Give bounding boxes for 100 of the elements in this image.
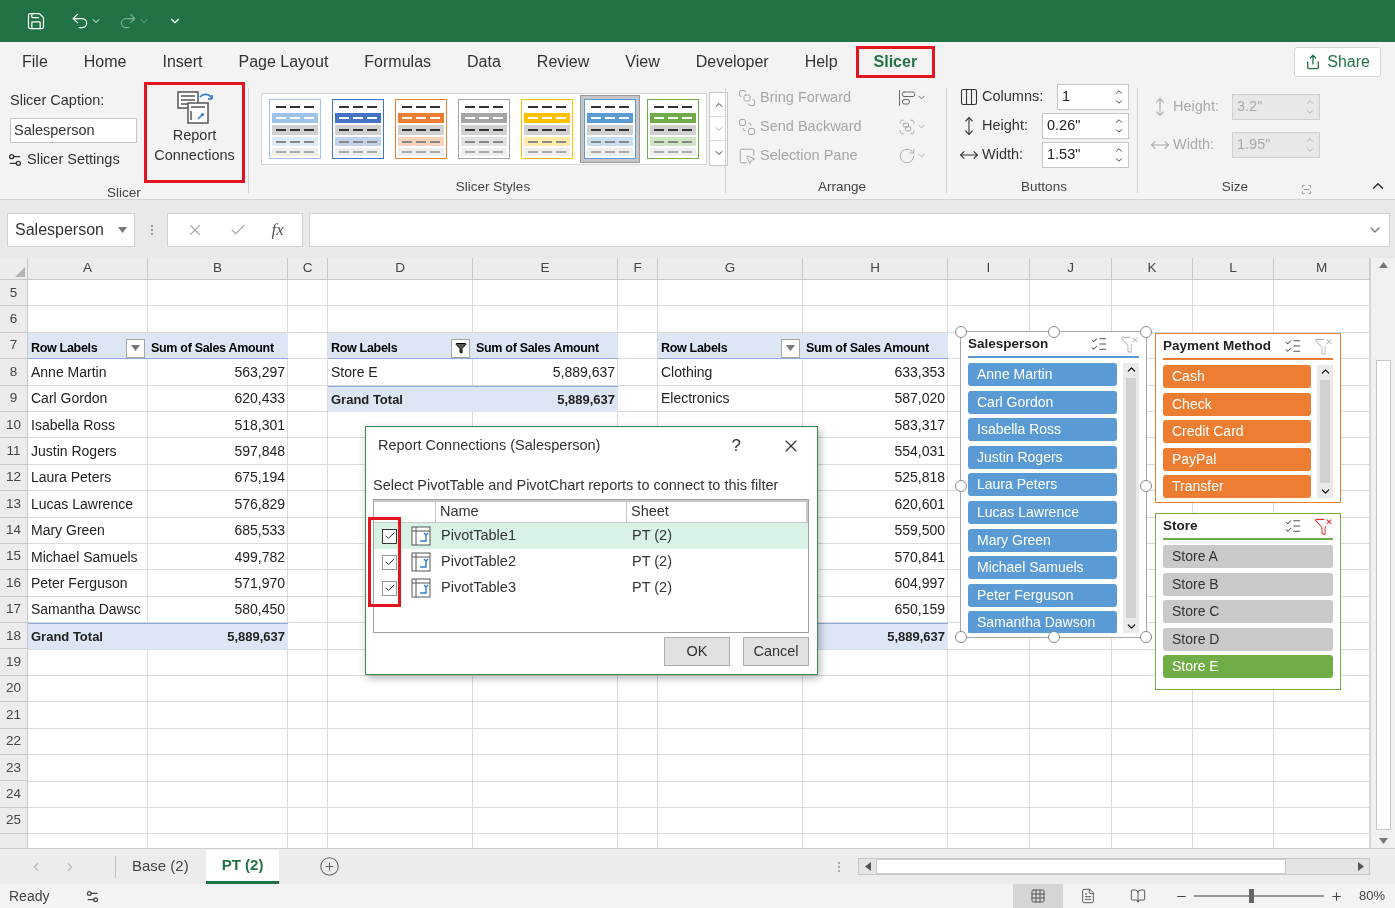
row-header[interactable]: 13: [0, 491, 28, 518]
menu-tab[interactable]: Formulas: [346, 46, 450, 78]
decrement-icon[interactable]: [1114, 155, 1124, 165]
zoom-in-icon[interactable]: [1329, 889, 1343, 903]
report-row[interactable]: PivotTable1 PT (2): [374, 523, 808, 549]
column-header[interactable]: L: [1193, 258, 1274, 280]
dropdown-button[interactable]: [781, 338, 800, 358]
column-header[interactable]: J: [1030, 258, 1112, 280]
filter-button[interactable]: [451, 338, 470, 358]
menu-tab[interactable]: Home: [65, 46, 145, 78]
menu-tab[interactable]: Help: [786, 46, 856, 78]
row-header[interactable]: 15: [0, 543, 28, 571]
zoom-level[interactable]: 80%: [1358, 886, 1385, 906]
row-header[interactable]: 14: [0, 517, 28, 544]
scroll-left-icon[interactable]: [864, 862, 871, 871]
row-header[interactable]: 20: [0, 675, 28, 703]
spin-field[interactable]: 1.53": [1042, 142, 1129, 168]
multi-select-icon[interactable]: [1284, 517, 1302, 535]
dropdown-icon[interactable]: [118, 227, 127, 233]
scroll-arrow-icon[interactable]: [1378, 838, 1388, 844]
menu-tab[interactable]: Insert: [144, 46, 221, 78]
column-header[interactable]: A: [28, 258, 148, 280]
slicer-scrollbar[interactable]: [1317, 365, 1333, 498]
menu-tab[interactable]: Page Layout: [220, 46, 347, 78]
dropdown-button[interactable]: [126, 338, 145, 358]
slicer-item[interactable]: Store C: [1163, 600, 1333, 624]
row-header[interactable]: 11: [0, 438, 28, 465]
dropdown-icon[interactable]: [786, 345, 795, 352]
horizontal-scrollbar[interactable]: [858, 858, 1370, 875]
scroll-arrow-icon[interactable]: [1378, 262, 1388, 268]
zoom-thumb[interactable]: [1248, 889, 1254, 903]
align-icon[interactable]: [898, 88, 916, 107]
row-header[interactable]: 17: [0, 596, 28, 624]
clear-filter-icon[interactable]: [1314, 516, 1333, 536]
column-header[interactable]: F: [618, 258, 658, 280]
row-header[interactable]: 25: [0, 807, 28, 835]
report-row[interactable]: PivotTable3 PT (2): [374, 575, 808, 601]
checkbox[interactable]: [382, 554, 397, 570]
column-header[interactable]: I: [948, 258, 1030, 280]
row-header[interactable]: 12: [0, 464, 28, 492]
increment-icon[interactable]: [1114, 116, 1124, 126]
increment-icon[interactable]: [1114, 145, 1124, 155]
slicer-settings-button[interactable]: Slicer Settings: [7, 148, 140, 171]
row-header[interactable]: 16: [0, 570, 28, 597]
row-header[interactable]: 5: [0, 280, 28, 307]
menu-tab[interactable]: Developer: [677, 46, 787, 78]
column-header[interactable]: K: [1112, 258, 1193, 280]
row-header[interactable]: 24: [0, 781, 28, 808]
view-button[interactable]: [1012, 884, 1063, 908]
menu-tab[interactable]: Slicer: [855, 46, 936, 78]
scroll-right-icon[interactable]: [1357, 862, 1364, 871]
dropdown-icon[interactable]: [131, 345, 140, 352]
redo-icon[interactable]: [118, 11, 138, 31]
dialog-button[interactable]: Cancel: [743, 637, 809, 666]
multi-select-icon[interactable]: [1090, 335, 1108, 353]
dialog-button[interactable]: OK: [664, 637, 730, 666]
increment-icon[interactable]: [1114, 87, 1124, 97]
report-connections-button[interactable]: Report Connections: [144, 82, 245, 183]
column-header[interactable]: H: [803, 258, 948, 280]
row-header[interactable]: 6: [0, 306, 28, 333]
save-icon[interactable]: [26, 11, 46, 31]
menu-tab[interactable]: Review: [518, 46, 608, 78]
column-header[interactable]: D: [328, 258, 473, 280]
checkbox[interactable]: [382, 528, 397, 544]
column-header[interactable]: M: [1274, 258, 1370, 280]
zoom-slider[interactable]: [1193, 889, 1324, 903]
slicer-item[interactable]: Store A: [1163, 545, 1333, 568]
report-row[interactable]: PivotTable2 PT (2): [374, 549, 808, 575]
slicer-style-option[interactable]: [580, 95, 640, 164]
row-header[interactable]: 9: [0, 385, 28, 412]
column-header[interactable]: G: [658, 258, 803, 280]
resize-handle[interactable]: [1140, 631, 1152, 643]
name-box[interactable]: Salesperson: [7, 213, 135, 247]
decrement-icon[interactable]: [1114, 126, 1124, 136]
menu-tab[interactable]: View: [607, 46, 678, 78]
menu-tab[interactable]: Data: [449, 46, 519, 78]
share-button[interactable]: Share: [1294, 47, 1381, 77]
resize-handle[interactable]: [1140, 480, 1152, 492]
spin-field[interactable]: 0.26": [1042, 113, 1129, 139]
sheet-tab[interactable]: PT (2): [205, 849, 280, 884]
multi-select-icon[interactable]: [1284, 337, 1302, 355]
caption-field[interactable]: Salesperson: [10, 117, 137, 143]
insert-function-button[interactable]: fx: [271, 217, 284, 243]
help-button[interactable]: ?: [731, 433, 741, 459]
slicer-item[interactable]: Store B: [1163, 572, 1333, 596]
sheet-tab[interactable]: Base (2): [116, 849, 205, 884]
slicer-item[interactable]: Store D: [1163, 627, 1333, 651]
checkbox[interactable]: [382, 580, 397, 596]
column-header[interactable]: B: [148, 258, 288, 280]
column-header[interactable]: C: [288, 258, 328, 280]
menu-tab[interactable]: File: [4, 46, 66, 78]
row-header[interactable]: 23: [0, 755, 28, 782]
row-header[interactable]: 7: [0, 332, 28, 360]
decrement-icon[interactable]: [1114, 97, 1124, 107]
column-header[interactable]: E: [473, 258, 618, 280]
row-header[interactable]: 22: [0, 728, 28, 756]
spin-field[interactable]: 1: [1057, 84, 1129, 110]
dialog-launcher-icon[interactable]: [1301, 184, 1312, 195]
undo-icon[interactable]: [70, 11, 90, 31]
row-header[interactable]: 19: [0, 649, 28, 676]
